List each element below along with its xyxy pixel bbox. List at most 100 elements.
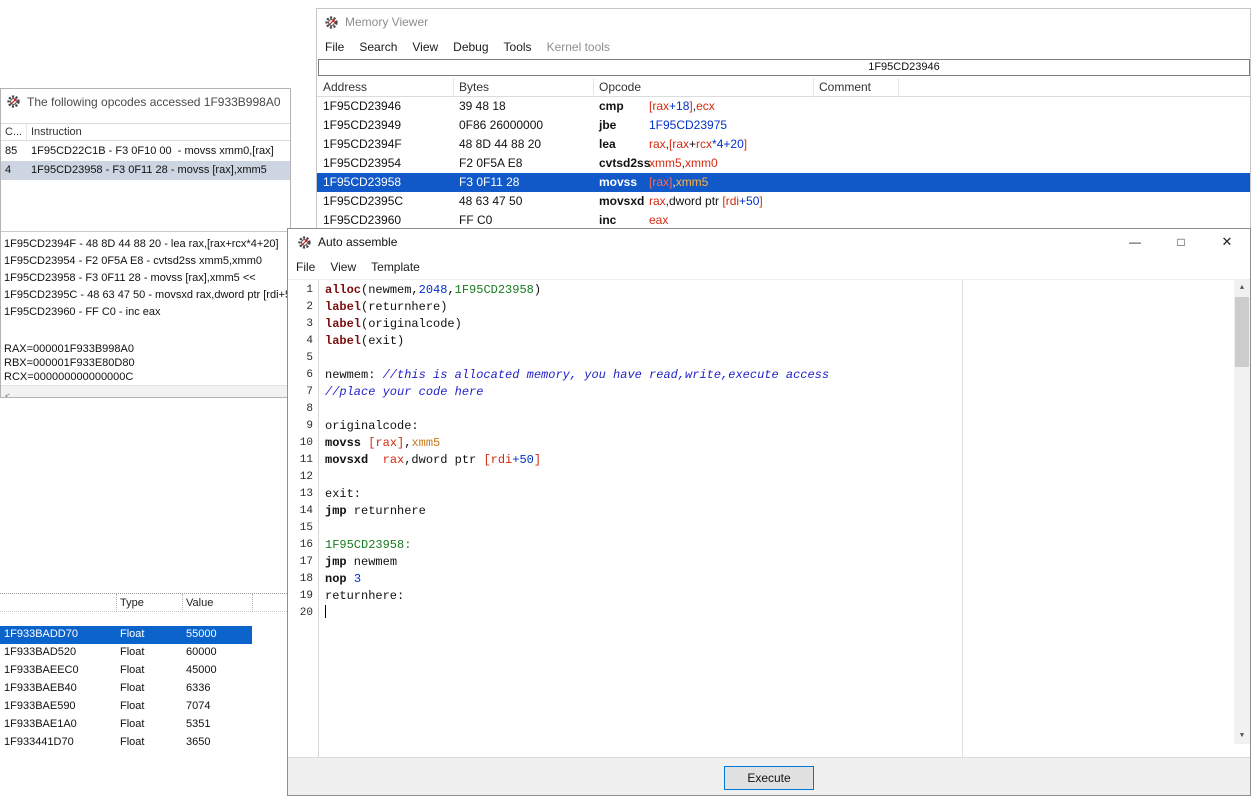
disasm-operands: [rax],xmm5 xyxy=(649,175,708,189)
menu-item-debug[interactable]: Debug xyxy=(453,40,488,54)
table-row[interactable]: 1F933441D70Float3650 xyxy=(0,734,291,752)
column-separator xyxy=(813,78,814,97)
desktop: Memory Viewer File Search View Debug Tools Ke… xyxy=(0,0,1251,796)
menu-item-search[interactable]: Search xyxy=(359,40,397,54)
horizontal-scrollbar[interactable]: < xyxy=(1,385,290,397)
code-token: eax xyxy=(649,213,668,227)
opcode-list-titlebar[interactable]: The following opcodes accessed 1F933B998… xyxy=(1,89,290,114)
opcode-list-row[interactable]: 851F95CD22C1B - F3 0F10 00 - movss xmm0,… xyxy=(1,142,290,161)
line-number-gutter: 1234567891011121314151617181920 xyxy=(288,280,319,759)
table-row[interactable]: 1F933BAE590Float7074 xyxy=(0,698,291,716)
disasm-row[interactable]: 1F95CD23958F3 0F11 28movss[rax],xmm5 xyxy=(317,173,1250,192)
code-token: ,dword ptr xyxy=(404,453,483,467)
menu-item-tools[interactable]: Tools xyxy=(504,40,532,54)
scrollbar-thumb[interactable] xyxy=(1235,297,1249,367)
line-number: 7 xyxy=(288,384,318,401)
table-row[interactable]: 1F933BAE1A0Float5351 xyxy=(0,716,291,734)
menu-item-view[interactable]: View xyxy=(412,40,438,54)
menu-item-template[interactable]: Template xyxy=(371,260,420,274)
opcode-list-row[interactable]: 41F95CD23958 - F3 0F11 28 - movss [rax],… xyxy=(1,161,290,180)
scroll-down-arrow-icon[interactable]: ▼ xyxy=(1234,728,1250,744)
disasm-operands: rax,[rax+rcx*4+20] xyxy=(649,137,747,151)
line-number: 18 xyxy=(288,571,318,588)
context-line: 1F95CD2394F - 48 8D 44 88 20 - lea rax,[… xyxy=(1,236,290,253)
disasm-row[interactable]: 1F95CD239490F86 26000000jbe1F95CD23975 xyxy=(317,116,1250,135)
code-token: (exit) xyxy=(361,334,404,348)
column-header-address[interactable]: Address xyxy=(323,80,367,94)
disasm-bytes: 39 48 18 xyxy=(459,99,506,113)
minimize-button[interactable]: — xyxy=(1112,229,1158,255)
code-token: exit: xyxy=(325,487,361,501)
cell-address: 1F933BADD70 xyxy=(4,628,78,640)
close-button[interactable]: ✕ xyxy=(1204,229,1250,255)
cell-address: 1F933441D70 xyxy=(4,736,74,748)
column-header-count[interactable]: C... xyxy=(5,126,22,138)
code-token: movss xyxy=(325,436,361,450)
code-line: originalcode: xyxy=(325,418,1230,435)
code-line: label(exit) xyxy=(325,333,1230,350)
disasm-bytes: 0F86 26000000 xyxy=(459,118,543,132)
maximize-button[interactable]: □ xyxy=(1158,229,1204,255)
code-token: label xyxy=(325,317,361,331)
code-token: , xyxy=(447,283,454,297)
code-token: movsxd xyxy=(325,453,368,467)
auto-assemble-title: Auto assemble xyxy=(318,235,397,249)
column-header-type[interactable]: Type xyxy=(120,597,144,609)
code-token: label xyxy=(325,300,361,314)
column-header-opcode[interactable]: Opcode xyxy=(599,80,641,94)
disasm-operands: 1F95CD23975 xyxy=(649,118,727,132)
disasm-operands: rax,dword ptr [rdi+50] xyxy=(649,194,763,208)
menu-item-file[interactable]: File xyxy=(325,40,344,54)
line-number: 11 xyxy=(288,452,318,469)
code-token: ,dword ptr xyxy=(666,194,723,208)
menu-item-kernel-tools[interactable]: Kernel tools xyxy=(547,40,610,54)
column-header-instruction[interactable]: Instruction xyxy=(31,126,82,138)
scroll-left-arrow-icon[interactable]: < xyxy=(1,391,14,397)
code-token: xmm5 xyxy=(649,156,682,170)
disasm-mnemonic: movsxd xyxy=(599,194,644,208)
disasm-row[interactable]: 1F95CD2395C48 63 47 50movsxdrax,dword pt… xyxy=(317,192,1250,211)
line-number: 20 xyxy=(288,605,318,622)
column-header-bytes[interactable]: Bytes xyxy=(459,80,489,94)
code-token: jmp xyxy=(325,555,347,569)
code-token: //place your code here xyxy=(325,385,483,399)
cell-value: 7074 xyxy=(186,700,210,712)
memory-viewer-titlebar[interactable]: Memory Viewer xyxy=(317,9,1250,35)
code-line: jmp returnhere xyxy=(325,503,1230,520)
table-row[interactable]: 1F933BADD70Float55000 xyxy=(0,626,291,644)
disasm-row[interactable]: 1F95CD2394639 48 18cmp[rax+18],ecx xyxy=(317,97,1250,116)
execute-button[interactable]: Execute xyxy=(724,766,814,790)
table-row[interactable]: 1F933BAEB40Float6336 xyxy=(0,680,291,698)
code-token: newmem xyxy=(347,555,397,569)
table-row[interactable]: 1F933BAD520Float60000 xyxy=(0,644,291,662)
table-row[interactable]: 1F933BAEEC0Float45000 xyxy=(0,662,291,680)
scroll-up-arrow-icon[interactable]: ▲ xyxy=(1234,280,1250,296)
memory-viewer-title: Memory Viewer xyxy=(345,15,428,29)
disasm-row[interactable]: 1F95CD23954F2 0F5A E8cvtsd2ssxmm5,xmm0 xyxy=(317,154,1250,173)
column-header-value[interactable]: Value xyxy=(186,597,213,609)
column-header-comment[interactable]: Comment xyxy=(819,80,871,94)
cell-address: 1F933BAEB40 xyxy=(4,682,77,694)
cell-type: Float xyxy=(120,718,144,730)
auto-assemble-titlebar[interactable]: Auto assemble — □ ✕ xyxy=(288,229,1250,255)
register-line: RAX=000001F933B998A0 xyxy=(4,342,135,356)
context-line: 1F95CD23958 - F3 0F11 28 - movss [rax],x… xyxy=(1,270,290,287)
disasm-operands: [rax+18],ecx xyxy=(649,99,715,113)
assembly-editor[interactable]: 1234567891011121314151617181920 alloc(ne… xyxy=(288,279,1250,759)
code-line: returnhere: xyxy=(325,588,1230,605)
address-bar[interactable]: 1F95CD23946 xyxy=(318,59,1250,76)
menu-item-view[interactable]: View xyxy=(330,260,356,274)
code-token: originalcode: xyxy=(325,419,419,433)
opcode-detail-panel: 1F95CD2394F - 48 8D 44 88 20 - lea rax,[… xyxy=(1,231,290,397)
disasm-row[interactable]: 1F95CD2394F48 8D 44 88 20learax,[rax+rcx… xyxy=(317,135,1250,154)
cell-value: 60000 xyxy=(186,646,217,658)
cheat-engine-logo-icon xyxy=(324,15,339,30)
menu-item-file[interactable]: File xyxy=(296,260,315,274)
cell-address: 1F933BAE1A0 xyxy=(4,718,77,730)
code-token: //this is allocated memory, you have rea… xyxy=(383,368,829,382)
disasm-mnemonic: lea xyxy=(599,137,616,151)
editor-vertical-scrollbar[interactable]: ▲ ▼ xyxy=(1234,280,1250,744)
disasm-column-header: Address Bytes Opcode Comment xyxy=(317,78,1250,97)
code-token: ) xyxy=(534,283,541,297)
code-token: [rax xyxy=(669,137,689,151)
